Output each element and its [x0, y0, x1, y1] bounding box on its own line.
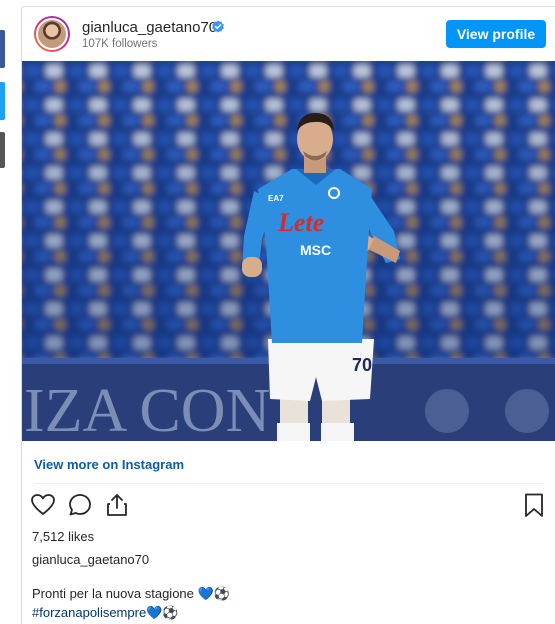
avatar-image [36, 18, 68, 50]
caption-text: Pronti per la nuova stagione [32, 586, 198, 601]
post-username[interactable]: gianluca_gaetano70 [32, 552, 149, 567]
instagram-embed-card: gianluca_gaetano70 107K followers View p… [21, 6, 555, 624]
view-profile-button[interactable]: View profile [446, 20, 546, 48]
post-photo-image: IZA CON 70 Lete MSC EA7 [22, 61, 555, 441]
caption-emojis: 💙⚽ [197, 587, 230, 602]
jersey-sponsor-2: MSC [300, 242, 331, 258]
heart-outline-icon[interactable] [30, 492, 56, 518]
hashtag-link[interactable]: #forzanapolisempre [32, 605, 146, 620]
banner-text: IZA CON [24, 377, 270, 441]
comment-bubble-icon[interactable] [67, 492, 93, 518]
share-sidebar [0, 0, 6, 624]
facebook-share-button[interactable] [0, 30, 5, 68]
hashtag-emojis: 💙⚽ [146, 606, 179, 621]
like-count[interactable]: 7,512 likes [32, 529, 94, 544]
profile-avatar[interactable] [34, 16, 70, 52]
post-caption: Pronti per la nuova stagione 💙⚽ [32, 586, 230, 602]
post-actions [22, 492, 555, 522]
post-hashtag-line: #forzanapolisempre💙⚽ [32, 605, 179, 621]
verified-badge-icon [212, 20, 224, 33]
bookmark-icon[interactable] [521, 492, 547, 518]
more-share-button[interactable] [0, 132, 5, 168]
divider [34, 483, 544, 484]
share-upload-icon[interactable] [104, 492, 130, 518]
shorts-number: 70 [352, 355, 372, 375]
profile-username[interactable]: gianluca_gaetano70 [82, 19, 217, 36]
follower-count: 107K followers [82, 38, 158, 50]
view-more-on-instagram-link[interactable]: View more on Instagram [34, 457, 184, 472]
jersey-sponsor: Lete [277, 208, 324, 237]
post-photo[interactable]: IZA CON 70 Lete MSC EA7 [22, 61, 555, 441]
kit-brand: EA7 [268, 194, 284, 203]
embed-header: gianluca_gaetano70 107K followers View p… [22, 7, 555, 61]
twitter-share-button[interactable] [0, 82, 5, 120]
